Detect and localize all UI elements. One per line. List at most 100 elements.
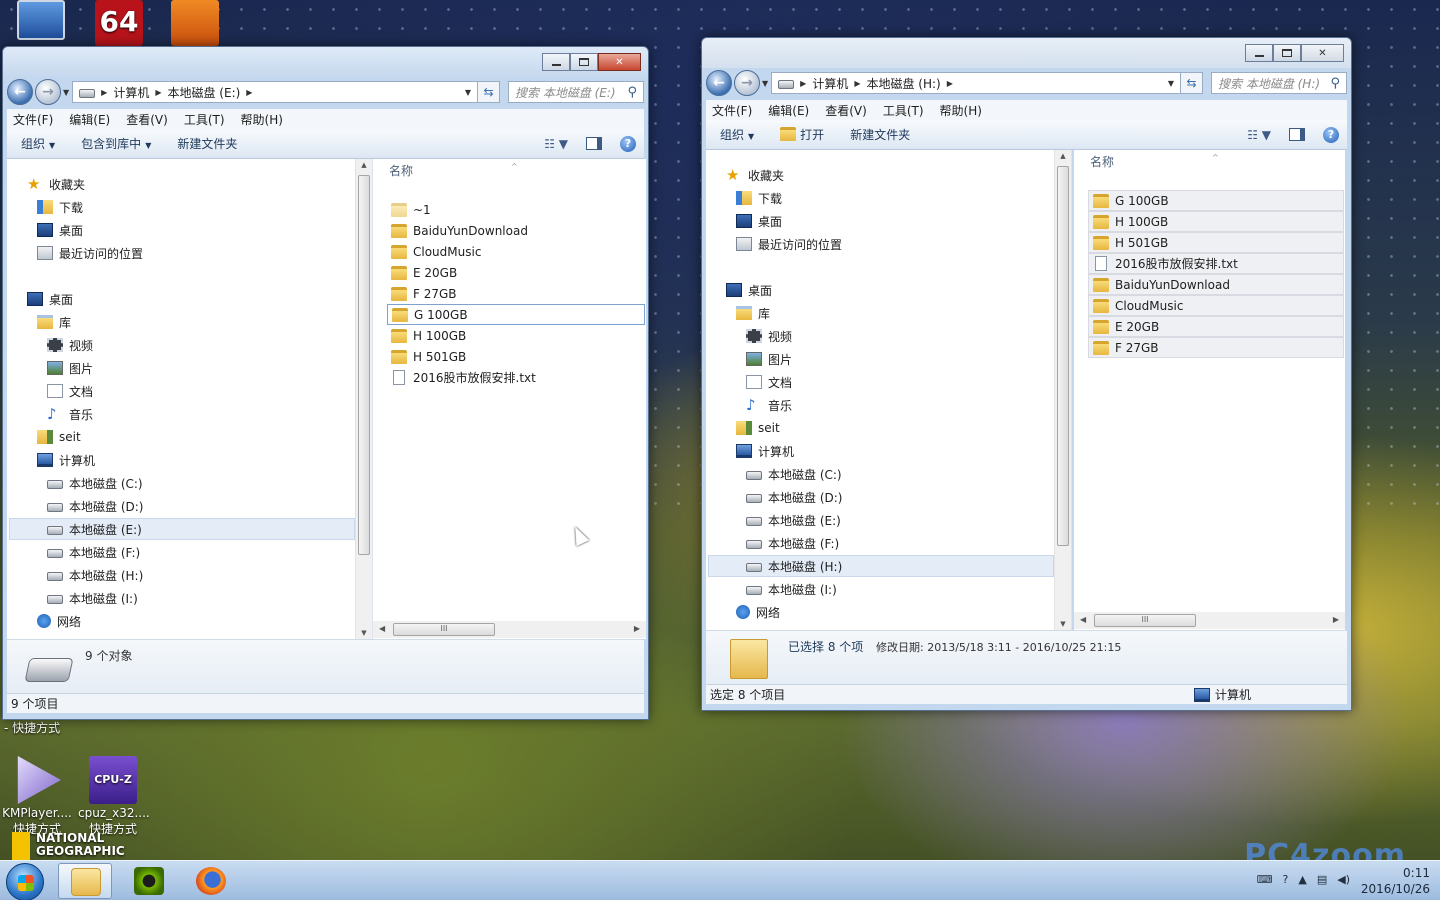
new-folder-button[interactable]: 新建文件夹 <box>177 135 237 152</box>
file-row[interactable]: 2016股市放假安排.txt <box>387 367 536 388</box>
menu-help[interactable]: 帮助(H) <box>940 102 982 119</box>
close-button[interactable]: ✕ <box>598 53 641 71</box>
organize-button[interactable]: 组织 ▼ <box>720 126 754 143</box>
nav-videos[interactable]: 视频 <box>47 334 93 356</box>
menu-edit[interactable]: 编辑(E) <box>768 102 809 119</box>
address-bar[interactable]: ▶ 计算机 ▶ 本地磁盘 (E:) ▶ ▼ <box>72 81 478 103</box>
horizontal-scrollbar[interactable]: ◀ III ▶ <box>1074 612 1345 629</box>
help-icon[interactable]: ? <box>620 135 636 152</box>
nav-drive-i[interactable]: 本地磁盘 (I:) <box>746 578 837 600</box>
nav-drive-e[interactable]: 本地磁盘 (E:) <box>9 518 355 540</box>
nav-pictures[interactable]: 图片 <box>47 357 93 379</box>
explorer-window-e[interactable]: ✕ ← → ▼ ▶ 计算机 ▶ 本地磁盘 (E:) ▶ ▼ ⇆ 搜索 本地磁盘 … <box>2 46 649 720</box>
file-row[interactable]: F 27GB <box>1088 337 1344 358</box>
tray-arrow-icon[interactable]: ▲ <box>1298 873 1306 886</box>
search-input[interactable]: 搜索 本地磁盘 (H:) ⚲ <box>1211 72 1347 94</box>
desktop-icon-kmplayer[interactable]: KMPlayer.... 快捷方式 <box>2 756 72 837</box>
file-row[interactable]: CloudMusic <box>1088 295 1344 316</box>
file-row[interactable]: BaiduYunDownload <box>387 220 528 241</box>
nav-music[interactable]: ♪ 音乐 <box>746 394 792 416</box>
view-options-icon[interactable]: ☷ ▼ <box>1247 128 1271 142</box>
breadcrumb-arrow-icon[interactable]: ▶ <box>947 79 953 88</box>
nav-scrollbar[interactable]: ▲ ▼ <box>355 159 372 639</box>
taskbar-nvidia[interactable] <box>122 863 176 899</box>
new-folder-button[interactable]: 新建文件夹 <box>850 126 910 143</box>
nav-drive-c[interactable]: 本地磁盘 (C:) <box>47 472 143 494</box>
address-dropdown-icon[interactable]: ▼ <box>465 88 471 97</box>
nav-desktop[interactable]: 桌面 <box>27 288 73 310</box>
nav-documents[interactable]: 文档 <box>47 380 93 402</box>
help-icon[interactable]: ? <box>1323 126 1339 143</box>
clock[interactable]: 0:11 2016/10/26 <box>1361 865 1430 897</box>
nav-drive-i[interactable]: 本地磁盘 (I:) <box>47 587 138 609</box>
breadcrumb-drive[interactable]: 本地磁盘 (E:) <box>167 84 240 101</box>
scroll-up-icon[interactable]: ▲ <box>356 161 372 169</box>
nav-recent-places[interactable]: 最近访问的位置 <box>736 233 842 255</box>
file-row[interactable]: ~1 <box>387 199 431 220</box>
menu-view[interactable]: 查看(V) <box>825 102 867 119</box>
preview-pane-icon[interactable] <box>1289 128 1305 141</box>
column-header-name[interactable]: 名称 ^ <box>373 159 518 183</box>
file-row[interactable]: G 100GB <box>1088 190 1344 211</box>
search-icon[interactable]: ⚲ <box>1330 76 1340 91</box>
breadcrumb-arrow-icon[interactable]: ▶ <box>854 79 860 88</box>
nav-scrollbar[interactable]: ▲ ▼ <box>1054 150 1071 630</box>
menu-edit[interactable]: 编辑(E) <box>69 111 110 128</box>
file-row[interactable]: BaiduYunDownload <box>1088 274 1344 295</box>
forward-button[interactable]: → <box>734 70 760 96</box>
nav-drive-f[interactable]: 本地磁盘 (F:) <box>746 532 839 554</box>
refresh-icon[interactable]: ⇆ <box>1181 72 1203 94</box>
close-button[interactable]: ✕ <box>1301 44 1344 62</box>
nav-music[interactable]: ♪ 音乐 <box>47 403 93 425</box>
menu-help[interactable]: 帮助(H) <box>241 111 283 128</box>
scrollbar-thumb[interactable] <box>358 175 370 555</box>
nav-drive-h[interactable]: 本地磁盘 (H:) <box>47 564 143 586</box>
breadcrumb-computer[interactable]: 计算机 <box>113 84 149 101</box>
navigation-pane[interactable]: ★ 收藏夹 下载 桌面 最近访问的位置 桌面 库 视频 图片 文档 ♪ 音乐 sei… <box>706 150 1072 630</box>
explorer-window-h[interactable]: ✕ ← → ▼ ▶ 计算机 ▶ 本地磁盘 (H:) ▶ ▼ ⇆ 搜索 本地磁盘 … <box>701 37 1352 711</box>
file-row[interactable]: F 27GB <box>387 283 457 304</box>
breadcrumb-arrow-icon[interactable]: ▶ <box>155 88 161 97</box>
nav-libraries[interactable]: 库 <box>736 302 770 324</box>
nav-downloads[interactable]: 下载 <box>37 196 83 218</box>
file-row[interactable]: H 501GB <box>387 346 466 367</box>
maximize-button[interactable] <box>570 53 598 71</box>
file-list-pane[interactable]: 名称 ^ G 100GB H 100GB H 501GB 2016股市放假安排.… <box>1074 150 1345 630</box>
column-header-name[interactable]: 名称 ^ <box>1074 150 1219 174</box>
nav-user[interactable]: seit <box>37 426 81 448</box>
view-options-icon[interactable]: ☷ ▼ <box>544 137 568 151</box>
preview-pane-icon[interactable] <box>586 137 602 150</box>
network-tray-icon[interactable]: ▤ <box>1317 873 1327 886</box>
menu-view[interactable]: 查看(V) <box>126 111 168 128</box>
forward-button[interactable]: → <box>35 79 61 105</box>
nav-desktop[interactable]: 桌面 <box>726 279 772 301</box>
scrollbar-thumb[interactable]: III <box>1094 614 1196 627</box>
search-icon[interactable]: ⚲ <box>627 85 637 100</box>
desktop-icon-app[interactable] <box>160 0 230 46</box>
file-row[interactable]: E 20GB <box>387 262 457 283</box>
nav-desktop-favorite[interactable]: 桌面 <box>736 210 782 232</box>
address-bar[interactable]: ▶ 计算机 ▶ 本地磁盘 (H:) ▶ ▼ <box>771 72 1181 94</box>
scroll-up-icon[interactable]: ▲ <box>1055 152 1071 160</box>
file-row[interactable]: 2016股市放假安排.txt <box>1088 253 1344 274</box>
recent-pages-dropdown[interactable]: ▼ <box>63 88 69 97</box>
desktop-icon-cpuz[interactable]: CPU-Z cpuz_x32.... 快捷方式 <box>78 756 150 837</box>
scroll-right-icon[interactable]: ▶ <box>634 624 640 633</box>
scroll-left-icon[interactable]: ◀ <box>1080 615 1086 624</box>
nav-pictures[interactable]: 图片 <box>746 348 792 370</box>
back-button[interactable]: ← <box>7 79 33 105</box>
address-dropdown-icon[interactable]: ▼ <box>1168 79 1174 88</box>
nav-drive-d[interactable]: 本地磁盘 (D:) <box>746 486 842 508</box>
breadcrumb-arrow-icon[interactable]: ▶ <box>246 88 252 97</box>
breadcrumb-computer[interactable]: 计算机 <box>812 75 848 92</box>
menu-tools[interactable]: 工具(T) <box>883 102 924 119</box>
search-input[interactable]: 搜索 本地磁盘 (E:) ⚲ <box>508 81 644 103</box>
nav-user[interactable]: seit <box>736 417 780 439</box>
nav-recent-places[interactable]: 最近访问的位置 <box>37 242 143 264</box>
start-button[interactable] <box>6 863 44 900</box>
nav-network[interactable]: 网络 <box>37 610 81 632</box>
organize-button[interactable]: 组织 ▼ <box>21 135 55 152</box>
scroll-down-icon[interactable]: ▼ <box>356 629 372 637</box>
minimize-button[interactable] <box>1245 44 1273 62</box>
file-row[interactable]: G 100GB <box>387 304 645 325</box>
